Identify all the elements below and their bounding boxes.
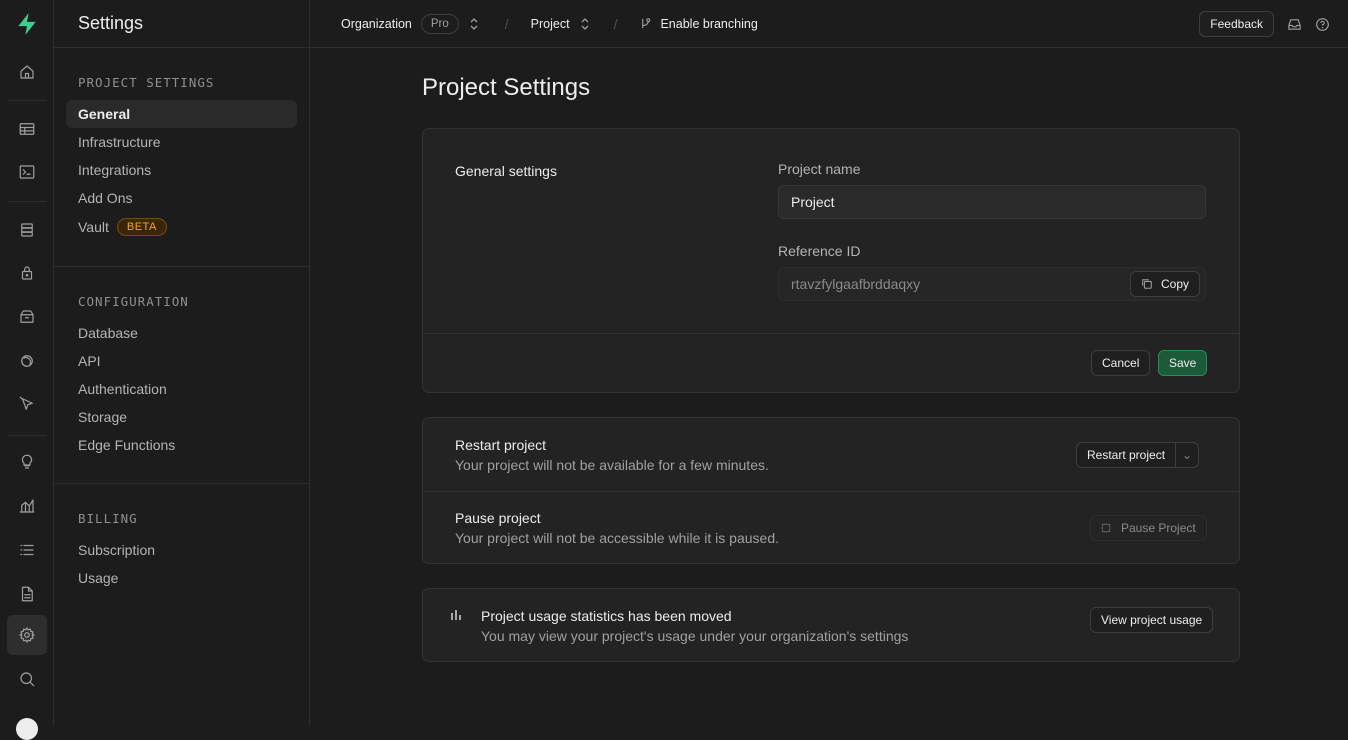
sql-editor-icon[interactable] [7,152,47,192]
chevron-down-icon[interactable]: ⌄ [1175,443,1198,467]
chevrons-up-down-icon [581,17,589,30]
project-name-input[interactable]: Project [778,185,1206,219]
menu-title: Settings [78,13,144,33]
supabase-logo-icon[interactable] [7,4,47,44]
menu-item-authentication[interactable]: Authentication [66,375,297,403]
pause-project-button-label: Pause Project [1121,521,1196,535]
enable-branching-button[interactable]: Enable branching [639,16,758,31]
general-settings-card: General settings Project name Project Re… [422,128,1240,393]
org-label: Organization [341,16,412,31]
menu-item-usage[interactable]: Usage [66,564,297,592]
breadcrumb-separator: / [613,15,618,32]
org-selector[interactable]: Organization Pro [341,13,479,34]
settings-menu: Settings PROJECT SETTINGS General Infras… [54,0,310,726]
rail-divider [8,435,46,436]
rail-divider [8,201,46,202]
bar-chart-icon [451,610,461,620]
api-docs-icon[interactable] [7,574,47,614]
home-icon[interactable] [7,52,47,92]
project-label: Project [530,16,570,31]
usage-moved-description: You may view your project's usage under … [481,628,909,644]
storage-icon[interactable] [7,297,47,337]
menu-item-subscription[interactable]: Subscription [66,536,297,564]
database-icon[interactable] [7,210,47,250]
menu-item-add-ons[interactable]: Add Ons [66,184,297,212]
menu-item-storage[interactable]: Storage [66,403,297,431]
cancel-button[interactable]: Cancel [1091,350,1151,376]
section-heading-configuration: CONFIGURATION [78,294,189,309]
copy-label: Copy [1161,277,1190,291]
usage-moved-card: Project usage statistics has been moved … [422,588,1240,662]
feedback-button[interactable]: Feedback [1199,11,1274,37]
card-footer-divider [423,333,1239,334]
logs-icon[interactable] [7,530,47,570]
beta-badge: BETA [116,218,167,236]
pause-project-description: Your project will not be accessible whil… [455,530,779,546]
menu-item-vault-label: Vault [78,219,109,235]
search-icon[interactable] [7,659,47,699]
project-actions-card: Restart project Your project will not be… [422,417,1240,564]
help-icon[interactable] [1315,17,1330,32]
project-name-label: Project name [778,161,861,177]
card-row-divider [423,491,1239,492]
plan-pill: Pro [420,13,459,34]
enable-branching-label: Enable branching [660,16,758,31]
pause-project-title: Pause project [455,510,541,526]
section-heading-project-settings: PROJECT SETTINGS [78,75,215,90]
table-editor-icon[interactable] [7,109,47,149]
icon-rail [0,0,54,740]
restart-project-button-label: Restart project [1087,448,1166,462]
menu-divider [54,483,310,484]
menu-item-edge-functions[interactable]: Edge Functions [66,431,297,459]
project-selector[interactable]: Project [531,17,590,31]
restart-project-description: Your project will not be available for a… [455,457,769,473]
menu-divider [54,266,310,267]
git-branch-icon [642,18,651,29]
restart-project-button[interactable]: Restart project ⌄ [1076,442,1200,468]
menu-item-database[interactable]: Database [66,319,297,347]
copy-button[interactable]: Copy [1130,271,1201,297]
breadcrumb-separator: / [504,15,509,32]
top-bar: Organization Pro / Project / Enable bran… [310,0,1348,48]
usage-moved-title: Project usage statistics has been moved [481,608,732,624]
menu-header-divider [54,47,310,48]
advisors-bulb-icon[interactable] [7,442,47,482]
page-title: Project Settings [422,74,591,101]
reports-icon[interactable] [7,486,47,526]
topbar-actions: Feedback [1199,11,1330,37]
restart-project-title: Restart project [455,437,547,453]
main-content: Project Settings General settings Projec… [310,48,1348,726]
general-settings-heading: General settings [455,163,557,179]
save-button[interactable]: Save [1158,350,1208,376]
menu-item-integrations[interactable]: Integrations [66,156,297,184]
reference-id-value: rtavzfylgaafbrddaqxy [791,276,921,292]
menu-item-infrastructure[interactable]: Infrastructure [66,128,297,156]
section-heading-billing: BILLING [78,511,138,526]
pause-icon [1101,523,1111,533]
copy-icon [1142,279,1152,289]
menu-item-general[interactable]: General [66,100,297,128]
view-project-usage-button[interactable]: View project usage [1090,607,1214,633]
menu-item-api[interactable]: API [66,347,297,375]
realtime-icon[interactable] [7,341,47,381]
edge-functions-icon[interactable] [7,384,47,424]
auth-lock-icon[interactable] [7,253,47,293]
settings-gear-icon[interactable] [7,615,47,655]
pause-project-button[interactable]: Pause Project [1090,515,1207,541]
menu-item-vault[interactable]: Vault BETA [66,213,297,241]
avatar[interactable] [16,718,38,740]
chevrons-up-down-icon [470,17,478,30]
inbox-icon[interactable] [1287,17,1302,32]
rail-divider [8,100,46,101]
reference-id-label: Reference ID [778,243,861,259]
